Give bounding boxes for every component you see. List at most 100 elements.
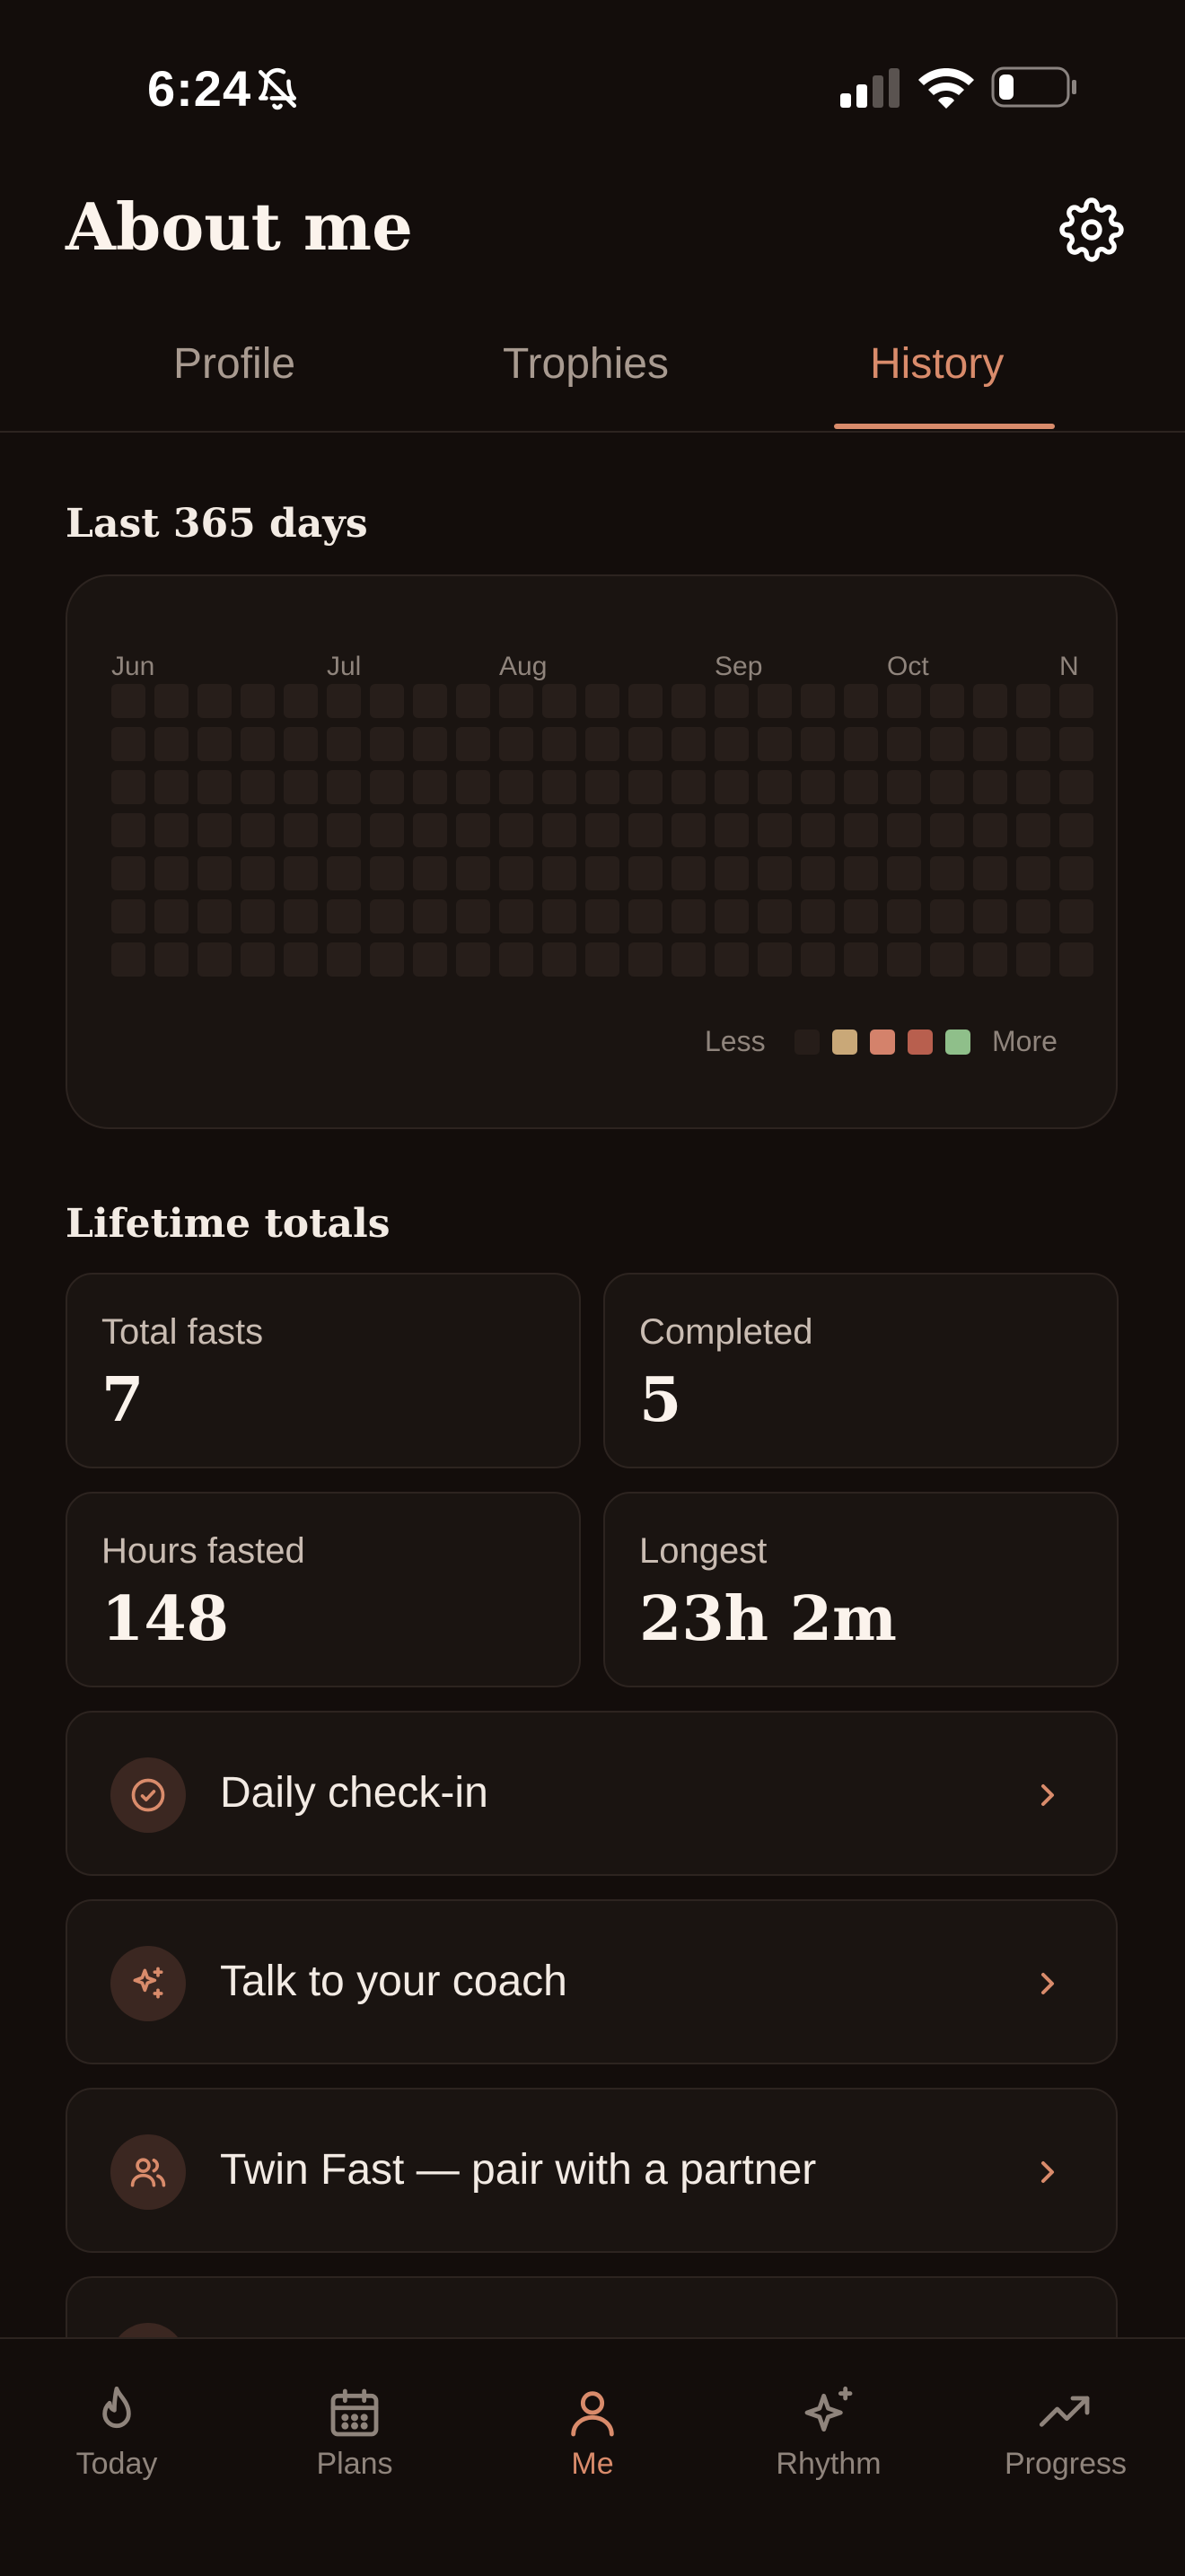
heatmap-day-cell [1059,770,1093,804]
heatmap-day-cell [542,942,576,977]
battery-icon [991,66,1076,108]
heatmap-day-cell [1059,899,1093,933]
heatmap-day-cell [542,770,576,804]
heatmap-day-cell [672,727,706,761]
tab-history[interactable]: History [870,339,1004,389]
heatmap-day-cell [758,770,792,804]
month-label: Oct [887,652,929,681]
heatmap-grid [111,684,1116,1016]
nav-rhythm[interactable]: Rhythm [739,2384,918,2482]
heatmap-day-cell [327,727,361,761]
heatmap-day-cell [1059,942,1093,977]
heatmap-day-cell [284,899,318,933]
heatmap-day-cell [327,813,361,847]
heatmap-day-cell [672,856,706,890]
tab-trophies[interactable]: Trophies [503,339,669,389]
heatmap-day-cell [585,727,619,761]
tab-profile[interactable]: Profile [173,339,295,389]
heatmap-day-cell [672,684,706,718]
heatmap-day-cell [887,770,921,804]
row-icon-badge [110,1757,186,1833]
heatmap-day-cell [111,727,145,761]
nav-me[interactable]: Me [503,2384,682,2482]
heatmap-day-cell [887,856,921,890]
heatmap-day-cell [930,899,964,933]
check-circle-icon [131,1778,165,1812]
heatmap-day-cell [844,813,878,847]
heatmap-day-cell [456,942,490,977]
heatmap-day-cell [111,684,145,718]
heatmap-day-cell [198,856,232,890]
heatmap-day-cell [930,727,964,761]
heatmap-day-cell [1016,813,1050,847]
heatmap-day-cell [413,856,447,890]
heatmap-day-cell [198,684,232,718]
row-label: Twin Fast — pair with a partner [220,2146,817,2194]
heatmap-day-cell [628,684,663,718]
stat-label: Completed [639,1312,813,1352]
lifetime-section-title: Lifetime totals [66,1201,391,1247]
heatmap-day-cell [241,899,275,933]
heatmap-day-cell [370,770,404,804]
stat-card-hours-fasted: Hours fasted 148 [66,1492,581,1687]
row-icon-badge [110,2134,186,2210]
status-time: 6:24 [147,60,252,117]
nav-plans[interactable]: Plans [265,2384,444,2482]
heatmap-day-cell [542,813,576,847]
heatmap-day-cell [154,727,189,761]
heatmap-day-cell [758,684,792,718]
heatmap-day-cell [1016,684,1050,718]
heatmap-day-cell [111,856,145,890]
heatmap-day-cell [628,770,663,804]
legend-swatch [870,1030,895,1055]
heatmap-day-cell [284,684,318,718]
heatmap-day-cell [542,684,576,718]
heatmap-day-cell [1059,813,1093,847]
heatmap-day-cell [241,684,275,718]
heatmap-day-cell [672,899,706,933]
heatmap-day-cell [1059,727,1093,761]
heatmap-day-cell [1016,727,1050,761]
stat-label: Total fasts [101,1312,264,1352]
heatmap-day-cell [801,727,835,761]
settings-gear-icon[interactable] [1059,197,1124,262]
nav-label: Today [75,2447,158,2481]
stat-value: 148 [101,1583,229,1655]
heatmap-day-cell [844,856,878,890]
heatmap-day-cell [973,899,1007,933]
sparkles-icon [804,2386,853,2432]
legend-swatch [794,1030,820,1055]
daily-check-in-row[interactable]: Daily check-in [66,1711,1118,1876]
heatmap-day-cell [198,727,232,761]
heatmap-day-cell [973,727,1007,761]
heatmap-day-cell [628,813,663,847]
active-tab-indicator [834,424,1055,429]
heatmap-day-cell [585,684,619,718]
nav-label: Me [571,2447,614,2481]
heatmap-day-cell [241,856,275,890]
heatmap-day-cell [413,684,447,718]
trending-up-icon [1039,2396,1090,2427]
heatmap-day-cell [628,899,663,933]
sparkle-icon [133,1967,163,1999]
legend-more-label: More [992,1025,1058,1057]
nav-progress[interactable]: Progress [976,2384,1155,2482]
heatmap-day-cell [887,684,921,718]
heatmap-day-cell [542,856,576,890]
activity-heatmap-card: Jun Jul Aug Sep Oct N Less More [66,574,1118,1129]
heatmap-day-cell [327,942,361,977]
heatmap-day-cell [672,813,706,847]
heatmap-day-cell [585,856,619,890]
heatmap-day-cell [456,856,490,890]
heatmap-day-cell [370,856,404,890]
page-title: About me [66,188,413,265]
twin-fast-row[interactable]: Twin Fast — pair with a partner [66,2088,1118,2253]
nav-today[interactable]: Today [27,2384,206,2482]
bottom-navigation: Today Plans Me Rhythm Progress [0,2337,1185,2576]
heatmap-day-cell [111,813,145,847]
heatmap-day-cell [844,942,878,977]
heatmap-day-cell [973,684,1007,718]
talk-to-coach-row[interactable]: Talk to your coach [66,1899,1118,2064]
bell-off-icon [258,67,297,110]
heatmap-day-cell [715,856,749,890]
